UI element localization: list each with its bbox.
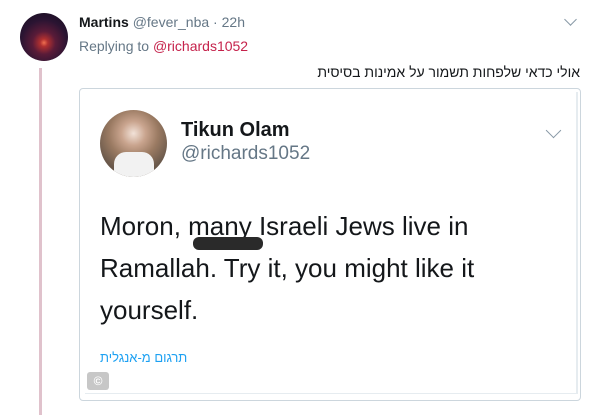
redaction-mark: [193, 237, 263, 250]
tweet-text: אולי כדאי שלפחות תשמור על אמינות בסיסית: [317, 64, 580, 80]
quoted-author-handle: @richards1052: [181, 143, 311, 164]
author-name[interactable]: Martins: [79, 14, 129, 30]
quoted-avatar: [100, 110, 167, 177]
translate-link[interactable]: תרגום מ-אנגלית: [100, 350, 187, 365]
quoted-tweet-text: Moron, many Israeli Jews live in Ramalla…: [100, 211, 475, 325]
replying-to-link[interactable]: @richards1052: [153, 38, 248, 54]
watermark-icon: ©: [87, 372, 109, 390]
chevron-down-icon[interactable]: [564, 13, 577, 26]
replying-to: Replying to @richards1052: [79, 37, 248, 55]
tweet-header: Martins @fever_nba · 22h: [79, 13, 245, 31]
replying-prefix: Replying to: [79, 38, 153, 54]
timestamp[interactable]: 22h: [222, 14, 245, 30]
thread-connector-line: [39, 68, 42, 415]
author-handle[interactable]: @fever_nba: [133, 14, 209, 30]
quoted-author-name: Tikun Olam: [181, 119, 290, 141]
avatar[interactable]: [20, 13, 68, 61]
separator: ·: [209, 14, 222, 30]
avatar-shirt: [114, 152, 154, 177]
